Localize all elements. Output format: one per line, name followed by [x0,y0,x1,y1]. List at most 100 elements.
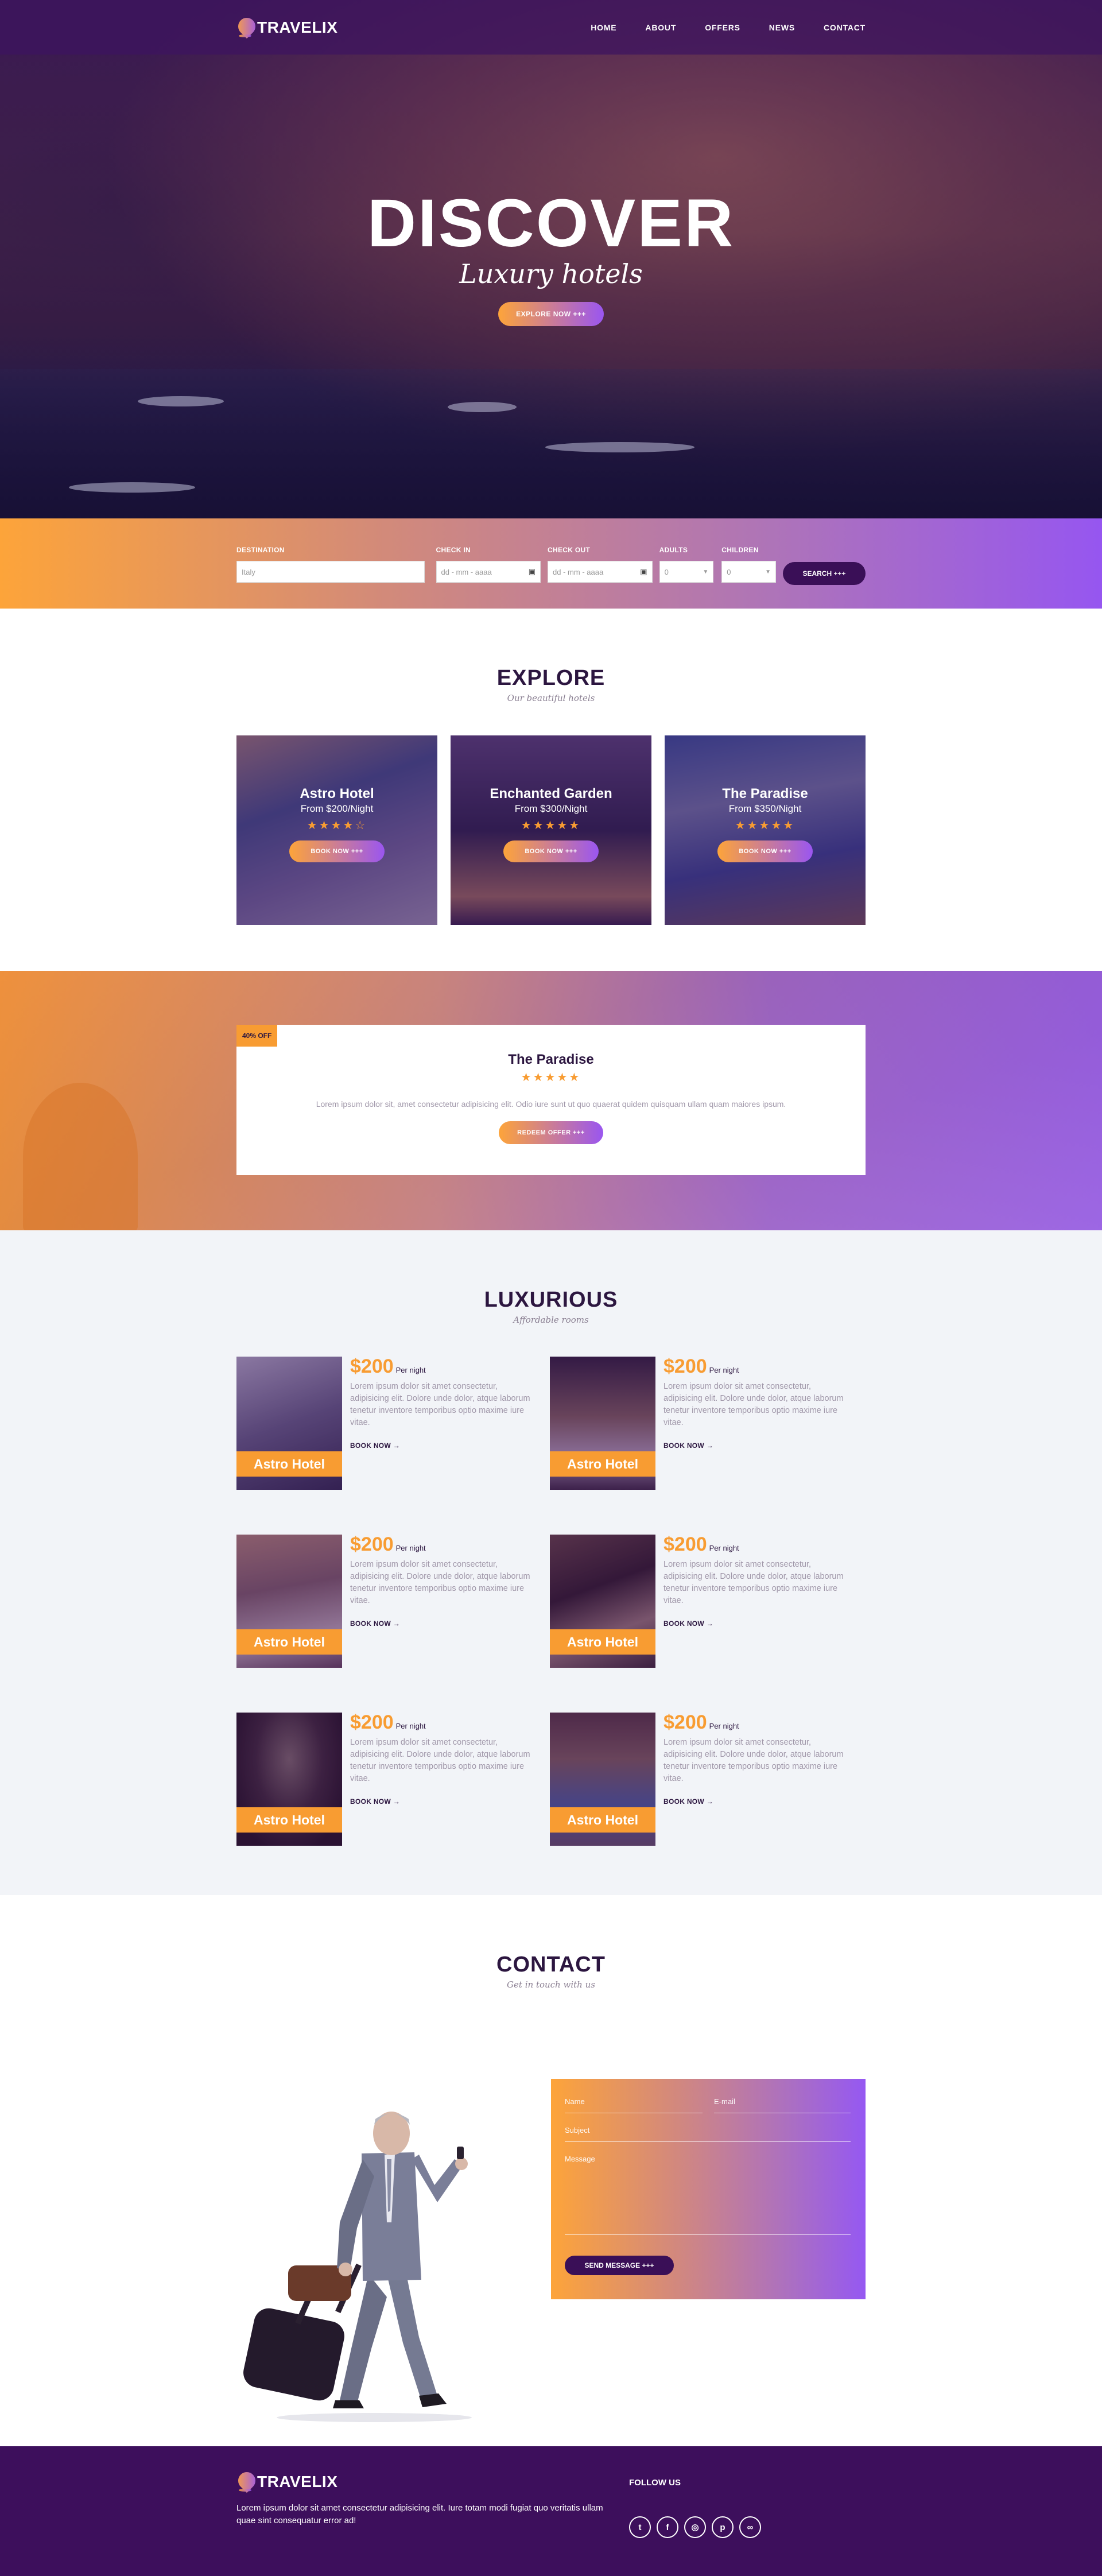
calendar-icon[interactable]: ▣ [529,567,536,576]
footer: TRAVELIX Lorem ipsum dolor sit amet cons… [0,2446,1102,2576]
book-now-link[interactable]: BOOK NOW → [350,1798,534,1806]
check-out-input[interactable]: dd - mm - aaaa ▣ [548,561,653,583]
room-image[interactable]: Astro Hotel [236,1357,342,1490]
book-now-link[interactable]: BOOK NOW → [663,1442,847,1450]
hotel-name: Astro Hotel [300,786,374,801]
room-description: Lorem ipsum dolor sit amet consectetur, … [663,1560,844,1606]
star-rating: ★★★★★ [521,1071,581,1084]
twitter-icon[interactable]: t [629,2516,651,2538]
search-bar-section: DESTINATION Italy CHECK IN dd - mm - aaa… [0,518,1102,609]
book-now-link[interactable]: BOOK NOW → [350,1442,534,1450]
room-hotel-label: Astro Hotel [236,1629,342,1655]
per-night-label: Per night [709,1366,739,1374]
check-in-placeholder: dd - mm - aaaa [441,567,492,576]
room-hotel-label: Astro Hotel [236,1451,342,1477]
room-image[interactable]: Astro Hotel [236,1535,342,1668]
adults-select[interactable]: 0 ▼ [659,561,714,583]
nav-offers[interactable]: OFFERS [705,23,740,32]
decorative-pot-shape [23,1083,138,1230]
subject-input[interactable]: Subject [565,2126,851,2142]
form-row: Name E-mail [565,2097,851,2113]
name-input[interactable]: Name [565,2097,703,2113]
room-item: Astro Hotel $200 Per night Lorem ipsum do… [550,1713,863,1846]
room-description: Lorem ipsum dolor sit amet consectetur, … [663,1738,844,1784]
hero-content: DISCOVER Luxury hotels EXPLORE NOW +++ [0,189,1102,326]
email-input[interactable]: E-mail [714,2097,851,2113]
send-message-button[interactable]: SEND MESSAGE +++ [565,2256,674,2275]
explore-now-button[interactable]: EXPLORE NOW +++ [498,302,604,326]
check-in-field: CHECK IN dd - mm - aaaa ▣ [436,546,541,583]
room-item: Astro Hotel $200 Per night Lorem ipsum do… [550,1357,863,1490]
nav-contact[interactable]: CONTACT [824,23,866,32]
book-now-button[interactable]: BOOK NOW +++ [503,840,599,862]
footer-brand-name: TRAVELIX [257,2473,338,2490]
redeem-offer-button[interactable]: REDEEM OFFER +++ [499,1121,603,1144]
book-now-link[interactable]: BOOK NOW → [663,1798,847,1806]
book-now-link[interactable]: BOOK NOW → [663,1620,847,1628]
top-navbar: TRAVELIX HOME ABOUT OFFERS NEWS CONTACT [0,0,1102,55]
room-item: Astro Hotel $200 Per night Lorem ipsum do… [236,1713,550,1846]
hotel-card[interactable]: The Paradise From $350/Night ★★★★★ BOOK … [665,735,866,925]
facebook-icon[interactable]: f [657,2516,678,2538]
offer-section: 40% OFF The Paradise ★★★★★ Lorem ipsum d… [0,971,1102,1230]
room-item: Astro Hotel $200 Per night Lorem ipsum do… [550,1535,863,1668]
room-image[interactable]: Astro Hotel [550,1357,655,1490]
nav-about[interactable]: ABOUT [645,23,676,32]
children-label: CHILDREN [721,546,759,554]
room-list: Astro Hotel $200 Per night Lorem ipsum do… [236,1357,866,1846]
pinterest-icon[interactable]: p [712,2516,734,2538]
room-image[interactable]: Astro Hotel [236,1713,342,1846]
card-content: Enchanted Garden From $300/Night ★★★★★ B… [451,735,651,862]
children-select[interactable]: 0 ▼ [721,561,776,583]
nav-home[interactable]: HOME [591,23,616,32]
room-image[interactable]: Astro Hotel [550,1535,655,1668]
chevron-down-icon: ▼ [703,568,709,575]
footer-social: FOLLOW US t f ◎ p ∞ [629,2472,761,2538]
adults-field: ADULTS 0 ▼ [659,546,714,583]
children-value: 0 [727,567,731,576]
room-price: $200 [663,1355,707,1377]
room-info: $200 Per night Lorem ipsum dolor sit amet… [350,1535,534,1668]
destination-field: DESTINATION Italy [236,546,425,583]
footer-logo[interactable]: TRAVELIX [236,2472,629,2492]
room-price-row: $200 Per night [350,1535,534,1554]
location-pin-icon [236,2472,254,2492]
contact-section: CONTACT Get in touch with us Name E-mail… [0,1895,1102,2446]
main-menu: HOME ABOUT OFFERS NEWS CONTACT [591,23,866,32]
message-textarea[interactable]: Message [565,2155,851,2235]
room-price-row: $200 Per night [350,1713,534,1732]
adults-value: 0 [664,567,669,576]
search-button[interactable]: SEARCH +++ [782,562,866,585]
brand-logo[interactable]: TRAVELIX [236,18,337,37]
per-night-label: Per night [395,1366,426,1374]
hotel-price: From $350/Night [728,803,802,814]
book-now-link[interactable]: BOOK NOW → [350,1620,534,1628]
destination-placeholder: Italy [242,567,255,576]
room-price: $200 [663,1711,707,1733]
per-night-label: Per night [709,1722,739,1730]
nav-news[interactable]: NEWS [769,23,795,32]
chevron-down-icon: ▼ [765,568,771,575]
room-price-row: $200 Per night [663,1535,847,1554]
hotel-card[interactable]: Astro Hotel From $200/Night ★★★★☆ BOOK N… [236,735,437,925]
contact-form: Name E-mail Subject Message SEND MESSAGE… [551,2079,866,2299]
card-content: Astro Hotel From $200/Night ★★★★☆ BOOK N… [236,735,437,862]
explore-section: EXPLORE Our beautiful hotels Astro Hotel… [0,609,1102,971]
hero-background-sea [0,369,1102,518]
tripadvisor-icon[interactable]: ∞ [739,2516,761,2538]
explore-subtitle: Our beautiful hotels [507,693,595,703]
explore-title: EXPLORE [496,666,606,690]
check-in-input[interactable]: dd - mm - aaaa ▣ [436,561,541,583]
discount-badge: 40% OFF [236,1025,278,1047]
calendar-icon[interactable]: ▣ [640,567,647,576]
book-now-button[interactable]: BOOK NOW +++ [717,840,813,862]
room-image[interactable]: Astro Hotel [550,1713,655,1846]
star-rating: ★★★★★ [735,819,796,832]
per-night-label: Per night [395,1722,426,1730]
book-now-button[interactable]: BOOK NOW +++ [289,840,385,862]
luxurious-title: LUXURIOUS [484,1288,618,1312]
instagram-icon[interactable]: ◎ [684,2516,706,2538]
footer-about: TRAVELIX Lorem ipsum dolor sit amet cons… [236,2472,629,2538]
destination-input[interactable]: Italy [236,561,425,583]
hotel-card[interactable]: Enchanted Garden From $300/Night ★★★★★ B… [451,735,651,925]
